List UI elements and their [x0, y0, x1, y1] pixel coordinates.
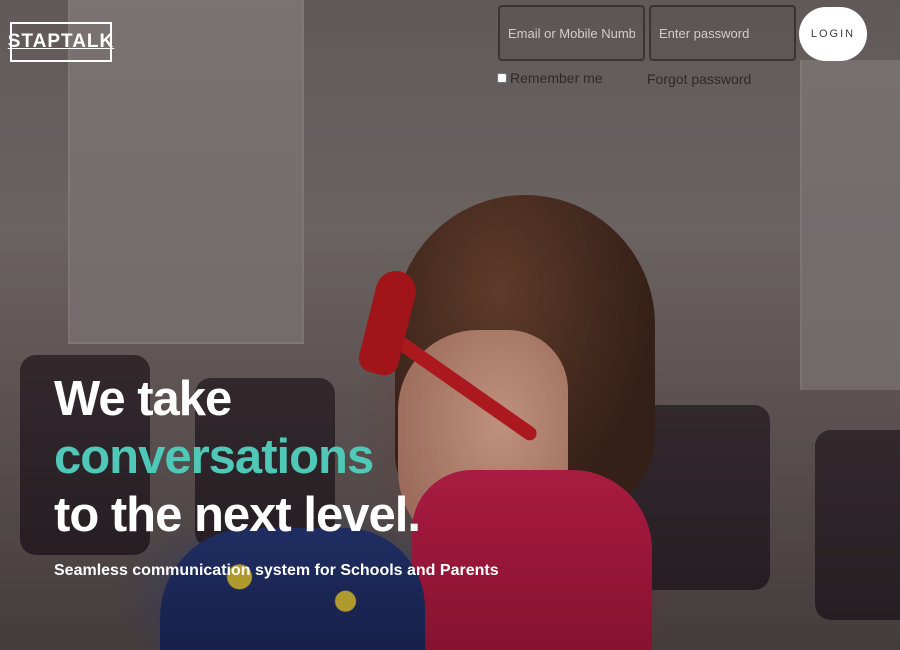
login-button[interactable]: LOGIN	[799, 7, 867, 61]
dark-overlay	[0, 0, 900, 650]
remember-me[interactable]: Remember me	[497, 70, 603, 86]
hero-line-3: to the next level.	[54, 488, 421, 542]
forgot-password-link[interactable]: Forgot password	[647, 71, 751, 87]
remember-me-checkbox[interactable]	[497, 73, 507, 83]
email-input[interactable]	[498, 5, 645, 61]
remember-me-label: Remember me	[510, 70, 603, 86]
hero-tagline: Seamless communication system for School…	[54, 562, 499, 579]
hero-line-1: We take	[54, 372, 232, 426]
password-input[interactable]	[649, 5, 796, 61]
staptalk-logo[interactable]: STAPTALK	[8, 22, 113, 62]
hero-headline: We take conversations to the next level.	[54, 370, 421, 544]
hero-line-2: conversations	[54, 430, 374, 484]
